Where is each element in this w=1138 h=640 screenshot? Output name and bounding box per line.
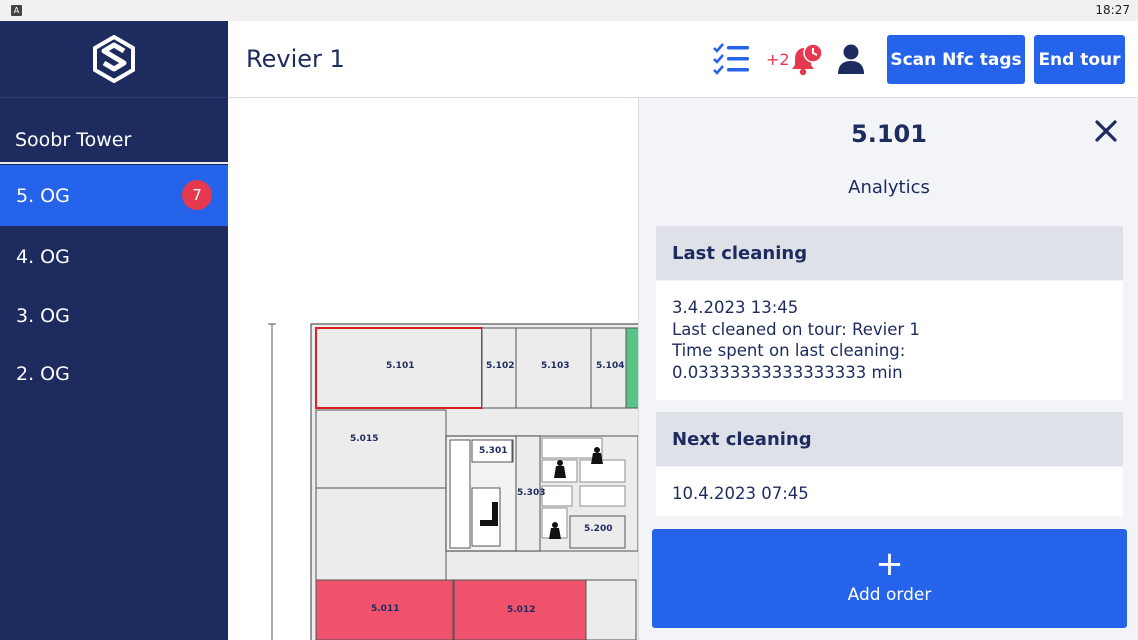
- map-label: 5.301: [479, 446, 507, 456]
- top-header: Revier 1 +2 Scan Nfc tags End tour: [228, 21, 1138, 98]
- map-label: 5.102: [486, 361, 514, 371]
- room-title: 5.101: [851, 120, 927, 148]
- page-title: Revier 1: [246, 45, 345, 73]
- sidebar-item-floor-2[interactable]: 2. OG: [0, 343, 228, 404]
- map-label: 5.101: [386, 361, 414, 371]
- floor-label: 2. OG: [16, 362, 70, 385]
- sidebar-divider: [0, 162, 228, 164]
- last-cleaning-date: 3.4.2023 13:45: [672, 298, 799, 317]
- alarm-bell-icon[interactable]: [790, 43, 824, 77]
- map-label: 5.011: [371, 604, 399, 614]
- next-cleaning-body: 10.4.2023 07:45: [656, 467, 1123, 516]
- panel-subtitle: Analytics: [848, 177, 930, 198]
- end-tour-button[interactable]: End tour: [1034, 35, 1125, 84]
- floor-badge: 7: [182, 180, 212, 210]
- last-cleaning-header: Last cleaning: [656, 226, 1123, 280]
- map-label: 5.012: [507, 605, 535, 615]
- last-cleaning-time-value: 0.03333333333333333 min: [672, 362, 903, 382]
- floor-plan-map[interactable]: 5.101 5.102 5.103 5.104 5.015 5.301 5.30…: [228, 98, 638, 640]
- soobr-logo-icon: [93, 35, 135, 83]
- sidebar: Soobr Tower 5. OG 7 4. OG 3. OG 2. OG: [0, 21, 228, 640]
- add-order-button[interactable]: + Add order: [652, 529, 1127, 628]
- status-bar: A 18:27: [0, 0, 1138, 21]
- building-name: Soobr Tower: [15, 129, 132, 151]
- task-list-icon[interactable]: [713, 43, 750, 75]
- floor-label: 3. OG: [16, 304, 70, 327]
- map-room-corridor: [315, 487, 447, 581]
- map-label: 5.303: [517, 488, 545, 498]
- last-cleaning-time-label: Time spent on last cleaning:: [672, 341, 906, 360]
- floor-label: 5. OG: [16, 184, 70, 207]
- plus-icon: +: [875, 544, 904, 584]
- user-profile-icon[interactable]: [837, 44, 865, 74]
- next-cleaning-header: Next cleaning: [656, 412, 1123, 466]
- logo: [0, 21, 228, 98]
- room-details-panel: 5.101 Analytics Last cleaning 3.4.2023 1…: [638, 98, 1138, 640]
- status-time: 18:27: [1095, 3, 1130, 17]
- map-label: 5.104: [596, 361, 624, 371]
- map-label: 5.200: [584, 524, 612, 534]
- last-cleaning-tour: Last cleaned on tour: Revier 1: [672, 319, 920, 339]
- sidebar-item-floor-4[interactable]: 4. OG: [0, 226, 228, 287]
- map-room-green[interactable]: [625, 327, 638, 409]
- alert-count: +2: [766, 50, 790, 69]
- sidebar-item-floor-3[interactable]: 3. OG: [0, 285, 228, 346]
- floor-plan-drawing: 5.101 5.102 5.103 5.104 5.015 5.301 5.30…: [268, 323, 638, 640]
- scan-nfc-tags-button[interactable]: Scan Nfc tags: [887, 35, 1025, 84]
- close-icon[interactable]: [1091, 116, 1121, 146]
- add-order-label: Add order: [847, 585, 932, 605]
- map-label: 5.015: [350, 434, 378, 444]
- map-room-5-015[interactable]: [315, 409, 447, 489]
- app-status-icon: A: [11, 5, 22, 16]
- next-cleaning-date: 10.4.2023 07:45: [672, 484, 809, 503]
- map-label: 5.103: [541, 361, 569, 371]
- last-cleaning-body: 3.4.2023 13:45 Last cleaned on tour: Rev…: [656, 281, 1123, 400]
- sidebar-item-floor-5[interactable]: 5. OG 7: [0, 165, 228, 226]
- floor-label: 4. OG: [16, 245, 70, 268]
